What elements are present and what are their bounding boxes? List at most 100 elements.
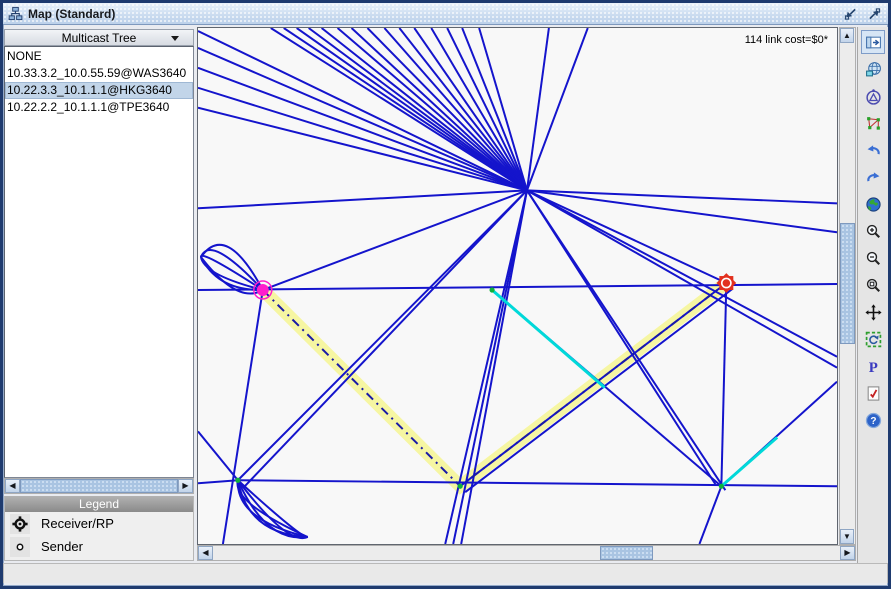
- tree-list-hscrollbar[interactable]: ◀ ▶: [4, 478, 194, 494]
- waypoint-node[interactable]: [235, 478, 240, 483]
- map-canvas[interactable]: 114 link cost=$0*: [197, 27, 838, 545]
- network-link[interactable]: [322, 28, 527, 190]
- scroll-right-button[interactable]: ▶: [178, 479, 193, 493]
- globe-icon: [865, 196, 882, 213]
- network-link[interactable]: [198, 284, 837, 290]
- legend-label-receiver: Receiver/RP: [41, 516, 114, 531]
- scroll-left-button[interactable]: ◀: [198, 546, 213, 560]
- network-link[interactable]: [527, 28, 588, 190]
- cyan-link[interactable]: [721, 437, 777, 486]
- scroll-right-button[interactable]: ▶: [840, 546, 855, 560]
- multicast-tree-list: NONE10.33.3.2_10.0.55.59@WAS364010.22.3.…: [4, 46, 194, 478]
- pan-icon: [865, 304, 882, 321]
- rotate-selection-button[interactable]: [861, 327, 885, 351]
- report-check-button[interactable]: [861, 381, 885, 405]
- world-discover-button[interactable]: [861, 57, 885, 81]
- tree-list-item[interactable]: NONE: [5, 48, 193, 65]
- zoom-in-icon: [865, 223, 882, 240]
- globe-button[interactable]: [861, 192, 885, 216]
- map-vscrollbar[interactable]: ▲ ▼: [839, 27, 856, 545]
- network-link[interactable]: [527, 190, 725, 490]
- panel-toggle-button[interactable]: [861, 30, 885, 54]
- maximize-window-button[interactable]: [866, 6, 883, 21]
- scrollbar-track[interactable]: [20, 479, 178, 493]
- scrollbar-track[interactable]: [213, 546, 840, 560]
- topology-layout-icon: [865, 115, 882, 132]
- letter-p-icon: P: [865, 358, 882, 375]
- network-link[interactable]: [238, 190, 527, 480]
- network-link[interactable]: [244, 190, 527, 487]
- network-link[interactable]: [198, 190, 527, 208]
- redo-button[interactable]: [861, 165, 885, 189]
- scrollbar-thumb[interactable]: [600, 546, 653, 560]
- zoom-area-button[interactable]: [861, 273, 885, 297]
- waypoint-node[interactable]: [458, 484, 463, 489]
- report-check-icon: [865, 385, 882, 402]
- waypoint-node[interactable]: [489, 287, 494, 292]
- network-link[interactable]: [297, 28, 527, 190]
- svg-text:P: P: [868, 359, 877, 374]
- network-link[interactable]: [461, 190, 527, 544]
- network-link[interactable]: [445, 190, 527, 544]
- receiver-rp-icon: [10, 514, 30, 534]
- topology-layout-button[interactable]: [861, 111, 885, 135]
- scrollbar-thumb[interactable]: [20, 479, 178, 493]
- legend-header: Legend: [5, 496, 193, 512]
- receiver-node[interactable]: [716, 273, 736, 293]
- scrollbar-thumb[interactable]: [840, 223, 855, 344]
- undo-button[interactable]: [861, 138, 885, 162]
- network-link[interactable]: [527, 28, 549, 190]
- zoom-in-button[interactable]: [861, 219, 885, 243]
- pan-button[interactable]: [861, 300, 885, 324]
- status-bar: [3, 563, 888, 583]
- zoom-area-icon: [865, 277, 882, 294]
- window-title: Map (Standard): [28, 7, 115, 21]
- network-link[interactable]: [238, 480, 837, 486]
- legend-panel: Legend Receiver/RP Sender: [4, 496, 194, 561]
- rotate-selection-icon: [865, 331, 882, 348]
- multicast-tree-dropdown-label: Multicast Tree: [62, 31, 137, 45]
- map-hscrollbar[interactable]: ◀ ▶: [197, 545, 856, 561]
- tree-list-item[interactable]: 10.33.3.2_10.0.55.59@WAS3640: [5, 65, 193, 82]
- multicast-tree-dropdown[interactable]: Multicast Tree: [4, 29, 194, 46]
- network-link[interactable]: [527, 190, 837, 356]
- network-link[interactable]: [527, 190, 837, 367]
- network-link[interactable]: [263, 190, 527, 290]
- cyan-link[interactable]: [492, 290, 605, 388]
- network-map-svg: [198, 28, 837, 544]
- network-link[interactable]: [198, 31, 527, 190]
- dropdown-arrow-icon: [171, 36, 179, 41]
- sender-icon: [10, 537, 30, 557]
- help-icon: ?: [865, 412, 882, 429]
- waypoint-node[interactable]: [719, 484, 724, 489]
- maximize-icon: [867, 7, 882, 21]
- link-cost-label: 114 link cost=$0*: [745, 34, 828, 46]
- scroll-up-button[interactable]: ▲: [840, 28, 854, 43]
- svg-text:?: ?: [870, 416, 876, 427]
- letter-p-button[interactable]: P: [861, 354, 885, 378]
- map-toolbar: P ?: [857, 27, 888, 563]
- overview-icon: [865, 88, 882, 105]
- network-link[interactable]: [453, 190, 527, 544]
- zoom-out-icon: [865, 250, 882, 267]
- network-link[interactable]: [721, 283, 726, 486]
- scroll-left-button[interactable]: ◀: [5, 479, 20, 493]
- legend-label-sender: Sender: [41, 539, 83, 554]
- panel-toggle-icon: [865, 34, 882, 51]
- window-titlebar[interactable]: Map (Standard): [3, 3, 888, 25]
- restore-icon: [843, 7, 858, 21]
- scroll-down-button[interactable]: ▼: [840, 529, 854, 544]
- zoom-out-button[interactable]: [861, 246, 885, 270]
- restore-window-button[interactable]: [842, 6, 859, 21]
- legend-item-sender: Sender: [5, 535, 193, 558]
- network-link[interactable]: [198, 431, 238, 480]
- overview-button[interactable]: [861, 84, 885, 108]
- help-button[interactable]: ?: [861, 408, 885, 432]
- network-link[interactable]: [699, 486, 721, 544]
- network-link[interactable]: [352, 28, 527, 190]
- scrollbar-track[interactable]: [840, 43, 855, 529]
- network-tree-icon: [8, 6, 23, 21]
- tree-list-item[interactable]: 10.22.2.2_10.1.1.1@TPE3640: [5, 99, 193, 116]
- tree-list-item[interactable]: 10.22.3.3_10.1.1.1@HKG3640: [5, 82, 193, 99]
- network-link[interactable]: [223, 290, 263, 544]
